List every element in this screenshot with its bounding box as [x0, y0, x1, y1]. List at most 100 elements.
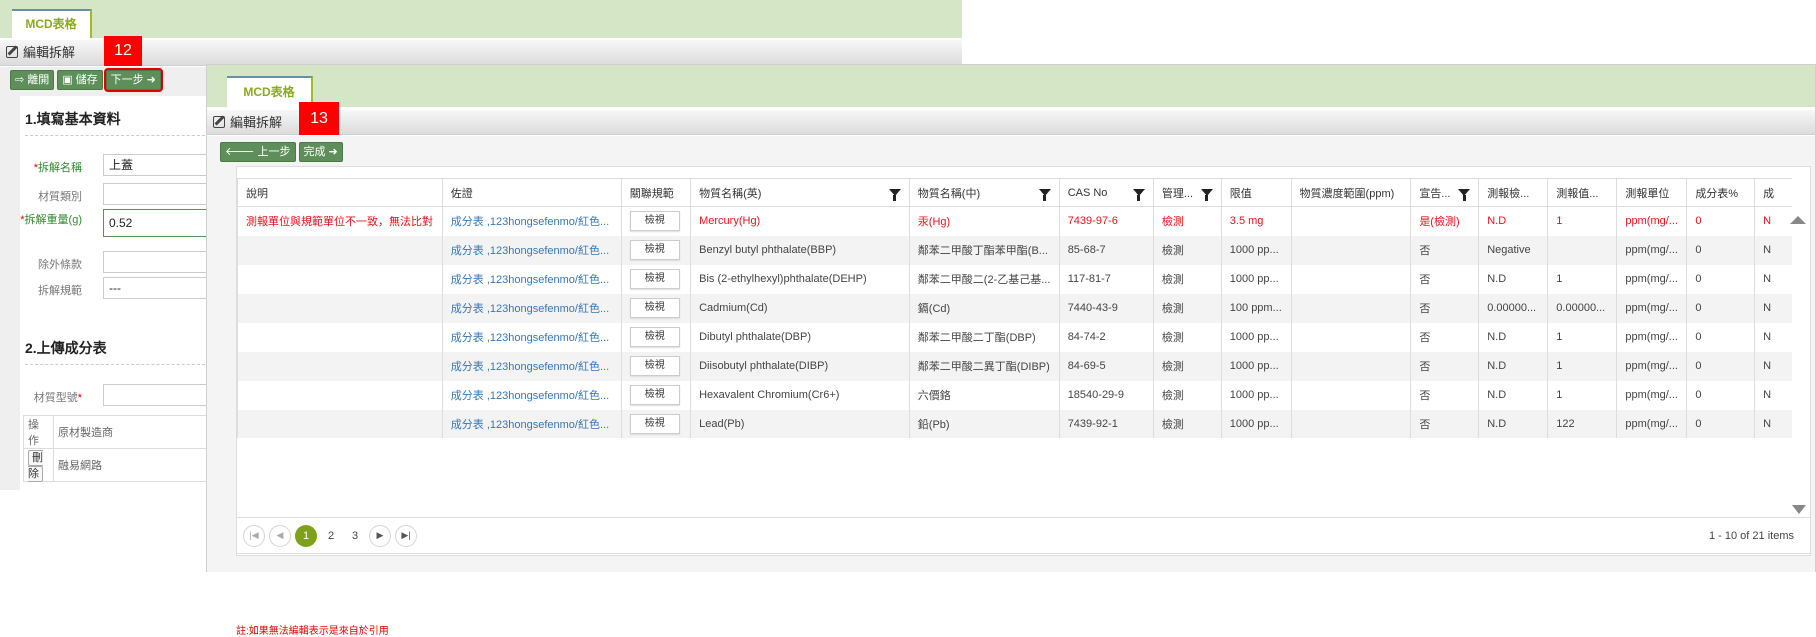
table-row[interactable]: 成分表 ,123hongsefenmo/紅色... 檢視 Bis (2-ethylh… — [237, 264, 1792, 294]
done-button[interactable]: 完成 ➜ — [298, 142, 343, 162]
cell-range — [1290, 409, 1411, 438]
cell-en: Dibutyl phthalate(DBP) — [690, 322, 910, 352]
page-2[interactable]: 2 — [321, 525, 341, 547]
col-header[interactable]: 管理... — [1152, 178, 1222, 207]
filter-icon[interactable] — [888, 189, 901, 201]
table-row[interactable]: 成分表 ,123hongsefenmo/紅色... 檢視 Hexavalent Ch… — [237, 380, 1792, 410]
last-page-button[interactable]: ▶| — [395, 524, 417, 547]
col-header[interactable]: 物質名稱(英) — [690, 178, 910, 207]
cell-evidence[interactable]: 成分表 ,123hongsefenmo/紅色... — [441, 380, 622, 410]
cell-pct: 0 — [1686, 293, 1755, 323]
table-row[interactable]: 成分表 ,123hongsefenmo/紅色... 檢視 Benzyl butyl … — [237, 235, 1792, 265]
cell-evidence[interactable]: 成分表 ,123hongsefenmo/紅色... — [441, 264, 622, 294]
scroll-down-arrow[interactable] — [1792, 505, 1806, 514]
table-row[interactable]: 成分表 ,123hongsefenmo/紅色... 檢視 Cadmium(Cd) 鎘(… — [237, 293, 1792, 323]
cell-cas: 7439-97-6 — [1058, 206, 1154, 236]
cell-pct: 0 — [1686, 351, 1755, 381]
filter-icon[interactable] — [1458, 189, 1471, 201]
cell-declare: 否 — [1410, 293, 1479, 323]
cell-pct: 0 — [1686, 206, 1755, 236]
edit-icon — [6, 46, 18, 58]
divider — [25, 364, 210, 365]
weight-input[interactable]: 0.52 — [103, 209, 213, 237]
supplier-table: 操作 原材製造商 刪除 融易網路 — [23, 415, 213, 482]
leave-button[interactable]: ⇨ 離開 — [10, 70, 55, 90]
view-button[interactable]: 檢視 — [629, 385, 680, 405]
cell-test: N.D — [1478, 351, 1548, 381]
col-header[interactable]: 物質名稱(中) — [908, 178, 1060, 207]
col-header[interactable]: CAS No — [1058, 178, 1154, 207]
cell-pct: 0 — [1686, 235, 1755, 265]
substance-table: 說明 佐證 關聯規範 物質名稱(英) 物質名稱(中) CAS No 管理... 限值 物質濃度範… — [237, 178, 1792, 438]
cell-evidence[interactable]: 成分表 ,123hongsefenmo/紅色... — [441, 409, 622, 438]
page-3[interactable]: 3 — [345, 525, 365, 547]
first-page-button[interactable]: |◀ — [243, 524, 265, 547]
cell-evidence[interactable]: 成分表 ,123hongsefenmo/紅色... — [441, 235, 622, 265]
cell-mgmt: 檢測 — [1152, 409, 1222, 438]
cell-evidence[interactable]: 成分表 ,123hongsefenmo/紅色... — [441, 206, 622, 236]
step-badge: 13 — [299, 102, 339, 135]
cell-desc — [237, 351, 443, 381]
tab-mcd-form[interactable]: MCD表格 — [12, 9, 92, 38]
cell-zh: 鄰苯二甲酸丁酯苯甲酯(B... — [908, 235, 1060, 265]
col-header: 物質濃度範圍(ppm) — [1290, 178, 1411, 207]
delete-button[interactable]: 刪除 — [28, 450, 43, 482]
pager: |◀ ◀ 1 2 3 ▶ ▶| 1 - 10 of 21 items — [236, 517, 1811, 554]
prev-page-button[interactable]: ◀ — [269, 524, 291, 547]
cell-cas: 7440-43-9 — [1058, 293, 1154, 323]
material-model-input[interactable] — [103, 384, 213, 406]
cell-desc — [237, 235, 443, 265]
filter-icon[interactable] — [1200, 189, 1213, 201]
cell-extra: N — [1754, 235, 1792, 265]
cell-evidence[interactable]: 成分表 ,123hongsefenmo/紅色... — [441, 293, 622, 323]
field-label-material-model: 材質型號* — [33, 392, 82, 404]
col-header[interactable]: 宣告... — [1410, 178, 1479, 207]
view-button[interactable]: 檢視 — [629, 269, 680, 289]
scroll-up-arrow[interactable] — [1790, 216, 1806, 224]
table-row[interactable]: 成分表 ,123hongsefenmo/紅色... 檢視 Diisobutyl ph… — [237, 351, 1792, 381]
cell-value: 122 — [1547, 409, 1617, 438]
save-button[interactable]: ▣ 儲存 — [57, 70, 103, 90]
cell-zh: 六價鉻 — [908, 380, 1060, 410]
cell-test: N.D — [1478, 322, 1548, 352]
view-button[interactable]: 檢視 — [629, 327, 680, 347]
spec-select[interactable]: --- — [103, 277, 213, 299]
view-button[interactable]: 檢視 — [629, 240, 680, 260]
cell-cas: 85-68-7 — [1058, 235, 1154, 265]
table-row[interactable]: 成分表 ,123hongsefenmo/紅色... 檢視 Dibutyl phtha… — [237, 322, 1792, 352]
filter-icon[interactable] — [1132, 189, 1145, 201]
panel-title: 編輯拆解 — [23, 45, 76, 60]
filter-icon[interactable] — [1038, 189, 1051, 201]
col-header-maker: 原材製造商 — [53, 415, 213, 449]
cell-en: Benzyl butyl phthalate(BBP) — [690, 235, 910, 265]
cell-mgmt: 檢測 — [1152, 206, 1222, 236]
table-row[interactable]: 測報單位與規範單位不一致，無法比對 成分表 ,123hongsefenmo/紅色.… — [237, 206, 1792, 236]
exemption-input[interactable] — [103, 251, 213, 273]
col-header-action: 操作 — [23, 415, 54, 449]
next-page-button[interactable]: ▶ — [369, 524, 391, 547]
maker-cell: 融易網路 — [53, 448, 213, 482]
cell-value: 1 — [1547, 322, 1617, 352]
view-button[interactable]: 檢視 — [629, 211, 680, 232]
view-button[interactable]: 檢視 — [629, 414, 680, 434]
cell-range — [1290, 351, 1411, 381]
cell-evidence[interactable]: 成分表 ,123hongsefenmo/紅色... — [441, 351, 622, 381]
cell-pct: 0 — [1686, 409, 1755, 438]
prev-step-button[interactable]: 🡐 上一步 — [220, 142, 296, 162]
col-header: 關聯規範 — [620, 178, 691, 207]
view-button[interactable]: 檢視 — [629, 298, 680, 318]
next-step-button[interactable]: 下一步 ➜ — [103, 68, 163, 92]
cell-desc — [237, 264, 443, 294]
section-basic-info-title: 1.填寫基本資料 — [25, 111, 121, 127]
cell-limit: 100 ppm... — [1220, 293, 1292, 323]
cell-evidence[interactable]: 成分表 ,123hongsefenmo/紅色... — [441, 322, 622, 352]
view-button[interactable]: 檢視 — [629, 356, 680, 376]
name-input[interactable]: 上蓋 — [103, 154, 213, 176]
cell-value: 1 — [1547, 206, 1617, 236]
cell-test: N.D — [1478, 409, 1548, 438]
table-row[interactable]: 成分表 ,123hongsefenmo/紅色... 檢視 Lead(Pb) 鉛(Pb)… — [237, 409, 1792, 438]
cell-declare: 否 — [1410, 235, 1479, 265]
cell-desc: 測報單位與規範單位不一致，無法比對 — [237, 206, 443, 236]
material-type-input[interactable] — [103, 183, 213, 205]
page-1[interactable]: 1 — [295, 524, 317, 547]
